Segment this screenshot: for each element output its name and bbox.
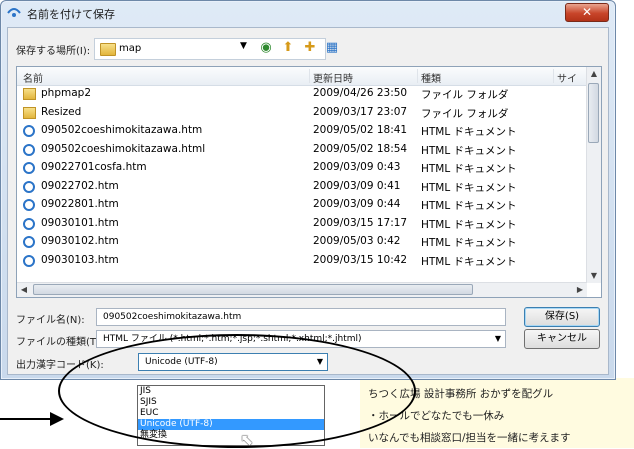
file-date: 2009/03/09 0:44 bbox=[313, 198, 401, 210]
file-date: 2009/03/17 23:07 bbox=[313, 105, 408, 118]
html-document-icon bbox=[23, 217, 35, 230]
dialog-body: 保存する場所(I): map ▼ ◉ ⬆ ✚ ▦ 名前 更新日時 種類 サイ p… bbox=[7, 27, 609, 375]
file-type: HTML ドキュメント bbox=[421, 163, 517, 175]
file-name: 090502coeshimokitazawa.html bbox=[41, 142, 206, 155]
scroll-down-icon[interactable]: ▼ bbox=[587, 269, 601, 283]
file-type: HTML ドキュメント bbox=[421, 181, 517, 194]
html-document-icon bbox=[23, 162, 35, 174]
view-menu-icon[interactable]: ▦ bbox=[324, 40, 340, 56]
file-date: 2009/03/09 0:43 bbox=[313, 161, 401, 173]
file-row[interactable]: 090502coeshimokitazawa.htm 2009/05/02 18:… bbox=[17, 122, 587, 141]
file-name: Resized bbox=[41, 105, 82, 118]
file-type: HTML ドキュメント bbox=[421, 144, 517, 157]
column-header-size[interactable]: サイ bbox=[557, 70, 577, 85]
save-as-dialog: 名前を付けて保存 ✕ 保存する場所(I): map ▼ ◉ ⬆ ✚ ▦ 名前 更… bbox=[0, 0, 616, 380]
html-document-icon bbox=[23, 143, 35, 156]
file-name: phpmap2 bbox=[41, 87, 91, 99]
file-name: 09030103.htm bbox=[41, 253, 119, 266]
dialog-title: 名前を付けて保存 bbox=[27, 8, 115, 21]
scroll-up-icon[interactable]: ▲ bbox=[587, 67, 601, 81]
file-row[interactable]: 09022702.htm 2009/03/09 0:41 HTML ドキュメント bbox=[17, 178, 587, 197]
file-row[interactable]: phpmap2 2009/04/26 23:50 ファイル フォルダ bbox=[17, 85, 587, 104]
html-document-icon bbox=[23, 180, 35, 193]
file-row[interactable]: Resized 2009/03/17 23:07 ファイル フォルダ bbox=[17, 104, 587, 123]
back-icon[interactable]: ◉ bbox=[258, 40, 274, 56]
file-name: 09022702.htm bbox=[41, 179, 119, 192]
column-header-type[interactable]: 種類 bbox=[421, 70, 441, 85]
file-row[interactable]: 09022801.htm 2009/03/09 0:44 HTML ドキュメント bbox=[17, 196, 587, 215]
column-header-name[interactable]: 名前 bbox=[23, 70, 43, 85]
filetype-label: ファイルの種類(T): bbox=[16, 337, 104, 348]
mouse-cursor-icon: ⬉ bbox=[240, 430, 254, 449]
filename-input[interactable]: 090502coeshimokitazawa.htm bbox=[96, 308, 506, 326]
annotation-arrow-head bbox=[50, 412, 64, 426]
file-name: 09022801.htm bbox=[41, 198, 119, 210]
file-row[interactable]: 09030102.htm 2009/05/03 0:42 HTML ドキュメント bbox=[17, 233, 587, 252]
html-document-icon bbox=[23, 254, 35, 267]
vertical-scrollbar[interactable]: ▲ ▼ bbox=[586, 67, 601, 283]
file-date: 2009/05/02 18:41 bbox=[313, 124, 408, 136]
file-type: HTML ドキュメント bbox=[421, 255, 517, 268]
file-date: 2009/04/26 23:50 bbox=[313, 87, 408, 99]
file-row[interactable]: 09030103.htm 2009/03/15 10:42 HTML ドキュメント bbox=[17, 252, 587, 271]
file-type: HTML ドキュメント bbox=[421, 237, 517, 249]
file-row[interactable]: 09030101.htm 2009/03/15 17:17 HTML ドキュメント bbox=[17, 215, 587, 234]
chevron-down-icon: ▼ bbox=[494, 334, 501, 343]
file-type: HTML ドキュメント bbox=[421, 126, 517, 138]
background-text-line: いなんでも相談窓口/担当を一緒に考えます bbox=[368, 432, 571, 444]
highlight-ellipse bbox=[58, 334, 416, 448]
file-name: 090502coeshimokitazawa.htm bbox=[41, 124, 203, 136]
file-row[interactable]: 09022701cosfa.htm 2009/03/09 0:43 HTML ドキュ… bbox=[17, 159, 587, 178]
file-date: 2009/05/02 18:54 bbox=[313, 142, 408, 155]
file-list-header: 名前 更新日時 種類 サイ bbox=[17, 67, 587, 86]
chevron-down-icon[interactable]: ▼ bbox=[240, 41, 247, 51]
scroll-thumb[interactable] bbox=[588, 83, 599, 143]
filename-label: ファイル名(N): bbox=[16, 315, 85, 326]
file-type: HTML ドキュメント bbox=[421, 200, 517, 212]
file-name: 09030101.htm bbox=[41, 216, 119, 229]
file-date: 2009/03/15 10:42 bbox=[313, 253, 408, 266]
scroll-right-icon[interactable]: ▶ bbox=[573, 283, 587, 297]
file-date: 2009/03/15 17:17 bbox=[313, 216, 408, 229]
file-type: ファイル フォルダ bbox=[421, 107, 509, 120]
file-type: ファイル フォルダ bbox=[421, 89, 509, 101]
close-button[interactable]: ✕ bbox=[565, 3, 609, 22]
column-header-date[interactable]: 更新日時 bbox=[313, 70, 353, 85]
file-name: 09030102.htm bbox=[41, 235, 119, 247]
folder-icon bbox=[23, 88, 36, 100]
save-location-label: 保存する場所(I): bbox=[16, 46, 91, 57]
file-date: 2009/03/09 0:41 bbox=[313, 179, 401, 192]
file-date: 2009/05/03 0:42 bbox=[313, 235, 401, 247]
save-dialog-icon bbox=[7, 8, 21, 17]
folder-icon bbox=[100, 43, 116, 56]
folder-icon bbox=[23, 106, 36, 119]
horizontal-scrollbar[interactable]: ◀ ▶ bbox=[17, 282, 587, 297]
file-type: HTML ドキュメント bbox=[421, 218, 517, 231]
html-document-icon bbox=[23, 236, 35, 248]
hscroll-thumb[interactable] bbox=[33, 284, 473, 295]
file-list[interactable]: 名前 更新日時 種類 サイ phpmap2 2009/04/26 23:50 ファイ… bbox=[16, 66, 602, 298]
file-row[interactable]: 090502coeshimokitazawa.html 2009/05/02 18… bbox=[17, 141, 587, 160]
save-button[interactable]: 保存(S) bbox=[524, 307, 600, 327]
scroll-left-icon[interactable]: ◀ bbox=[17, 283, 31, 297]
file-rows: phpmap2 2009/04/26 23:50 ファイル フォルダ Resized 2… bbox=[17, 85, 587, 270]
up-folder-icon[interactable]: ⬆ bbox=[280, 40, 296, 56]
new-folder-icon[interactable]: ✚ bbox=[302, 40, 318, 56]
save-location-value: map bbox=[119, 43, 142, 54]
file-name: 09022701cosfa.htm bbox=[41, 161, 147, 173]
cancel-button[interactable]: キャンセル bbox=[524, 329, 600, 349]
html-document-icon bbox=[23, 199, 35, 211]
toolbar: ◉ ⬆ ✚ ▦ bbox=[258, 38, 340, 58]
html-document-icon bbox=[23, 125, 35, 137]
title-bar[interactable]: 名前を付けて保存 ✕ bbox=[1, 1, 615, 25]
